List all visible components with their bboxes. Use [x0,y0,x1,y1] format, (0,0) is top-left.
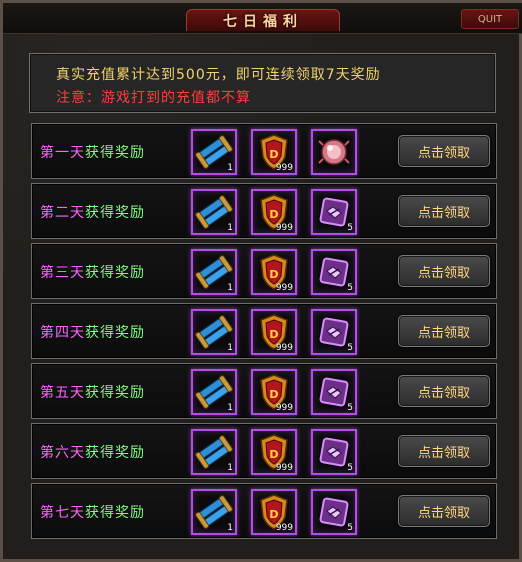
reward-item-slot[interactable]: 1 [191,249,237,295]
item-quantity: 1 [227,403,233,413]
reward-row-day-2: 第二天获得奖励 1 D 999 5 点击领取 [31,183,497,239]
svg-text:D: D [269,148,278,161]
item-quantity: 999 [275,403,293,413]
row-label: 第二天获得奖励 [40,202,145,222]
day-number-text: 第五天 [40,385,85,401]
reward-item-slot[interactable]: 1 [191,489,237,535]
notice-warning-text: 注意：游戏打到的充值都不算 [56,90,251,106]
notice-requirement-text: 真实充值累计达到500元，即可连续领取7天奖励 [56,67,381,83]
quit-button[interactable]: QUIT [461,9,519,29]
reward-text: 获得奖励 [85,505,145,521]
day-number-text: 第三天 [40,265,85,281]
claim-button[interactable]: 点击领取 [398,135,490,167]
notice-box: 真实充值累计达到500元，即可连续领取7天奖励 注意：游戏打到的充值都不算 [29,53,496,113]
item-quantity: 5 [347,343,353,353]
reward-item-slot[interactable]: D 999 [251,369,297,415]
row-label: 第四天获得奖励 [40,322,145,342]
reward-item-slot[interactable]: 1 [191,309,237,355]
title-bar: 七日福利 QUIT [3,3,522,34]
item-quantity: 1 [227,223,233,233]
reward-item-slot[interactable]: 5 [311,249,357,295]
claim-button[interactable]: 点击领取 [398,495,490,527]
reward-item-slot[interactable]: D 999 [251,249,297,295]
day-number-text: 第七天 [40,505,85,521]
item-quantity: 1 [227,283,233,293]
reward-row-day-3: 第三天获得奖励 1 D 999 5 点击领取 [31,243,497,299]
day-number-text: 第一天 [40,145,85,161]
reward-item-slot[interactable]: 1 [191,129,237,175]
item-quantity: 1 [227,343,233,353]
reward-text: 获得奖励 [85,445,145,461]
item-quantity: 5 [347,283,353,293]
item-quantity: 999 [275,283,293,293]
reward-text: 获得奖励 [85,205,145,221]
reward-text: 获得奖励 [85,145,145,161]
reward-item-slot[interactable]: 5 [311,189,357,235]
seven-day-welfare-window: 七日福利 QUIT 真实充值累计达到500元，即可连续领取7天奖励 注意：游戏打… [0,0,522,562]
claim-button[interactable]: 点击领取 [398,255,490,287]
window-title: 七日福利 [223,13,303,30]
reward-item-slot[interactable]: D 999 [251,489,297,535]
svg-text:D: D [269,448,278,461]
reward-item-slot[interactable]: 1 [191,189,237,235]
item-quantity: 1 [227,163,233,173]
reward-item-slot[interactable]: 5 [311,429,357,475]
row-label: 第一天获得奖励 [40,142,145,162]
reward-row-day-6: 第六天获得奖励 1 D 999 5 点击领取 [31,423,497,479]
day-number-text: 第二天 [40,205,85,221]
claim-button[interactable]: 点击领取 [398,315,490,347]
reward-item-slot[interactable]: D 999 [251,189,297,235]
row-label: 第七天获得奖励 [40,502,145,522]
item-quantity: 1 [227,523,233,533]
svg-text:D: D [269,508,278,521]
item-quantity: 999 [275,523,293,533]
reward-item-slot[interactable]: 5 [311,309,357,355]
day-number-text: 第六天 [40,445,85,461]
reward-row-day-4: 第四天获得奖励 1 D 999 5 点击领取 [31,303,497,359]
item-quantity: 5 [347,463,353,473]
reward-item-slot[interactable]: D 999 [251,429,297,475]
claim-button[interactable]: 点击领取 [398,375,490,407]
reward-text: 获得奖励 [85,325,145,341]
reward-row-day-7: 第七天获得奖励 1 D 999 5 点击领取 [31,483,497,539]
reward-item-slot[interactable]: 1 [191,369,237,415]
reward-item-slot[interactable]: 5 [311,489,357,535]
item-quantity: 999 [275,163,293,173]
title-tab: 七日福利 [186,9,340,31]
svg-text:D: D [269,208,278,221]
item-quantity: 999 [275,463,293,473]
reward-item-slot[interactable]: 5 [311,369,357,415]
reward-text: 获得奖励 [85,385,145,401]
item-quantity: 5 [347,403,353,413]
svg-text:D: D [269,328,278,341]
item-quantity: 999 [275,343,293,353]
item-quantity: 5 [347,523,353,533]
svg-text:D: D [269,388,278,401]
svg-text:D: D [269,268,278,281]
reward-item-slot[interactable]: D 999 [251,129,297,175]
row-label: 第五天获得奖励 [40,382,145,402]
reward-row-day-1: 第一天获得奖励 1 D 999 点击领取 [31,123,497,179]
row-label: 第三天获得奖励 [40,262,145,282]
reward-item-slot[interactable]: D 999 [251,309,297,355]
reward-row-day-5: 第五天获得奖励 1 D 999 5 点击领取 [31,363,497,419]
claim-button[interactable]: 点击领取 [398,195,490,227]
item-quantity: 1 [227,463,233,473]
item-quantity: 999 [275,223,293,233]
row-label: 第六天获得奖励 [40,442,145,462]
claim-button[interactable]: 点击领取 [398,435,490,467]
day-number-text: 第四天 [40,325,85,341]
reward-item-slot[interactable]: 1 [191,429,237,475]
reward-item-slot[interactable] [311,129,357,175]
item-quantity: 5 [347,223,353,233]
reward-text: 获得奖励 [85,265,145,281]
